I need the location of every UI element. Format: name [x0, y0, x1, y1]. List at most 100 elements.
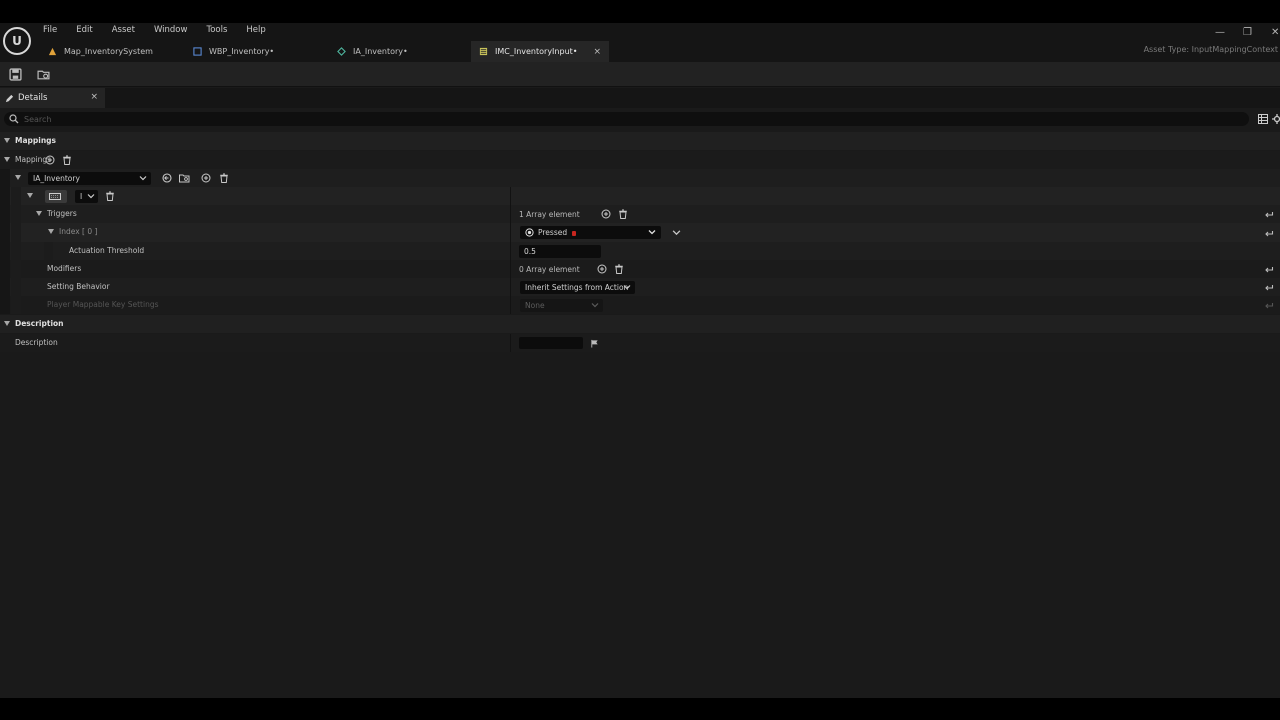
reset-to-default-icon[interactable]: [1264, 264, 1274, 274]
reset-to-default-icon[interactable]: [1264, 282, 1274, 292]
tab-label: Map_InventorySystem: [64, 47, 153, 56]
indent-bar: [11, 278, 21, 296]
column-divider[interactable]: [510, 334, 511, 352]
column-divider[interactable]: [510, 296, 511, 314]
column-divider[interactable]: [510, 205, 511, 223]
tab-wbp-inventory[interactable]: WBP_Inventory•: [185, 41, 329, 62]
search-bar: [0, 110, 1280, 128]
menu-window[interactable]: Window: [153, 25, 189, 35]
chevron-down-icon: [648, 230, 656, 235]
delete-icon[interactable]: [219, 173, 229, 183]
indent-bar: [11, 187, 21, 205]
input-mapping-context-icon: [479, 47, 488, 56]
description-value: [519, 334, 599, 352]
modifiers-row: Modifiers 0 Array element: [0, 260, 1280, 278]
indent-bar: [0, 205, 10, 223]
input-action-combo[interactable]: IA_Inventory: [28, 172, 151, 185]
category-mappings[interactable]: Mappings: [0, 132, 1280, 150]
toolbar: [0, 62, 1280, 87]
indent-bar: [0, 296, 10, 314]
keyboard-key-selector[interactable]: [45, 190, 67, 203]
column-divider[interactable]: [510, 223, 511, 242]
localization-flag-icon[interactable]: [590, 339, 599, 348]
expand-arrow-icon[interactable]: [4, 157, 10, 162]
tab-close-icon[interactable]: ×: [593, 47, 601, 57]
chevron-down-icon: [623, 285, 631, 290]
add-element-icon[interactable]: [597, 264, 607, 274]
indent-bar: [0, 187, 10, 205]
details-tab[interactable]: Details ×: [0, 88, 105, 108]
menu-file[interactable]: File: [42, 25, 58, 35]
chevron-down-icon[interactable]: [672, 228, 681, 237]
reset-to-default-icon[interactable]: [1264, 209, 1274, 219]
setting-behavior-value: Inherit Settings from Action: [525, 283, 629, 292]
browse-asset-icon[interactable]: [179, 173, 190, 183]
close-window-icon[interactable]: ✕: [1271, 27, 1279, 38]
setting-behavior-row: Setting Behavior Inherit Settings from A…: [0, 278, 1280, 296]
expand-arrow-icon[interactable]: [48, 229, 54, 234]
use-selected-icon[interactable]: [162, 173, 172, 183]
category-label: Description: [15, 319, 64, 328]
tab-label: IA_Inventory•: [353, 47, 408, 56]
description-label: Description: [15, 338, 58, 347]
delete-all-icon[interactable]: [618, 209, 628, 219]
add-element-icon[interactable]: [201, 173, 211, 183]
expand-arrow-icon[interactable]: [4, 321, 10, 326]
description-text-field[interactable]: [519, 337, 583, 349]
key-value: I: [80, 192, 83, 201]
expand-arrow-icon[interactable]: [27, 193, 33, 198]
tab-map-inventorysystem[interactable]: Map_InventorySystem: [40, 41, 185, 62]
tab-label: WBP_Inventory•: [209, 47, 275, 56]
save-icon[interactable]: [9, 68, 22, 81]
widget-blueprint-icon: [193, 47, 202, 56]
delete-all-icon[interactable]: [62, 155, 72, 165]
tab-imc-inventoryinput[interactable]: IMC_InventoryInput• ×: [471, 41, 609, 62]
reset-to-default-icon[interactable]: [1264, 228, 1274, 238]
actuation-threshold-row: Actuation Threshold 0.5: [0, 242, 1280, 260]
actuation-threshold-field[interactable]: 0.5: [519, 244, 601, 258]
delete-all-icon[interactable]: [614, 264, 624, 274]
player-mappable-label: Player Mappable Key Settings: [47, 300, 159, 309]
trigger-type-combo[interactable]: Pressed: [520, 226, 661, 239]
tab-ia-inventory[interactable]: IA_Inventory•: [329, 41, 471, 62]
search-box: [4, 112, 1249, 126]
property-matrix-icon[interactable]: [1258, 114, 1268, 124]
key-combo[interactable]: I: [75, 190, 98, 203]
add-element-icon[interactable]: [601, 209, 611, 219]
menu-tools[interactable]: Tools: [205, 25, 228, 35]
unreal-logo-icon[interactable]: U: [3, 27, 31, 55]
menu-asset[interactable]: Asset: [111, 25, 136, 35]
asset-type-label: Asset Type: InputMappingContext: [1143, 45, 1278, 54]
reset-to-default-icon[interactable]: [1264, 300, 1274, 310]
player-mappable-combo[interactable]: None: [520, 299, 603, 312]
indent-bar: [11, 296, 21, 314]
settings-gear-icon[interactable]: [1272, 114, 1280, 124]
restore-icon[interactable]: ❐: [1243, 27, 1252, 38]
menu-edit[interactable]: Edit: [75, 25, 93, 35]
expand-arrow-icon[interactable]: [15, 175, 21, 180]
column-divider[interactable]: [510, 242, 511, 260]
trigger-index-row: Index [ 0 ] Pressed: [0, 223, 1280, 242]
expand-arrow-icon[interactable]: [36, 211, 42, 216]
mappings-array-row: Mappings: [0, 151, 1280, 169]
setting-behavior-label: Setting Behavior: [47, 282, 110, 291]
details-close-icon[interactable]: ×: [90, 92, 98, 102]
delete-icon[interactable]: [105, 191, 115, 201]
menu-help[interactable]: Help: [245, 25, 266, 35]
add-element-icon[interactable]: [45, 155, 55, 165]
column-divider[interactable]: [510, 260, 511, 278]
indent-bar: [11, 260, 21, 278]
column-divider[interactable]: [510, 187, 511, 205]
index-label: Index [ 0 ]: [59, 227, 98, 236]
category-description[interactable]: Description: [0, 315, 1280, 333]
browse-to-asset-icon[interactable]: [37, 68, 50, 81]
column-divider[interactable]: [510, 278, 511, 296]
search-input[interactable]: [24, 112, 1224, 126]
indent-bar: [0, 278, 10, 296]
category-label: Mappings: [15, 136, 57, 145]
triggers-value: 1 Array element: [519, 205, 628, 223]
minimize-icon[interactable]: —: [1215, 27, 1225, 38]
expand-arrow-icon[interactable]: [4, 138, 10, 143]
setting-behavior-combo[interactable]: Inherit Settings from Action: [520, 281, 635, 294]
search-icon: [9, 114, 19, 124]
